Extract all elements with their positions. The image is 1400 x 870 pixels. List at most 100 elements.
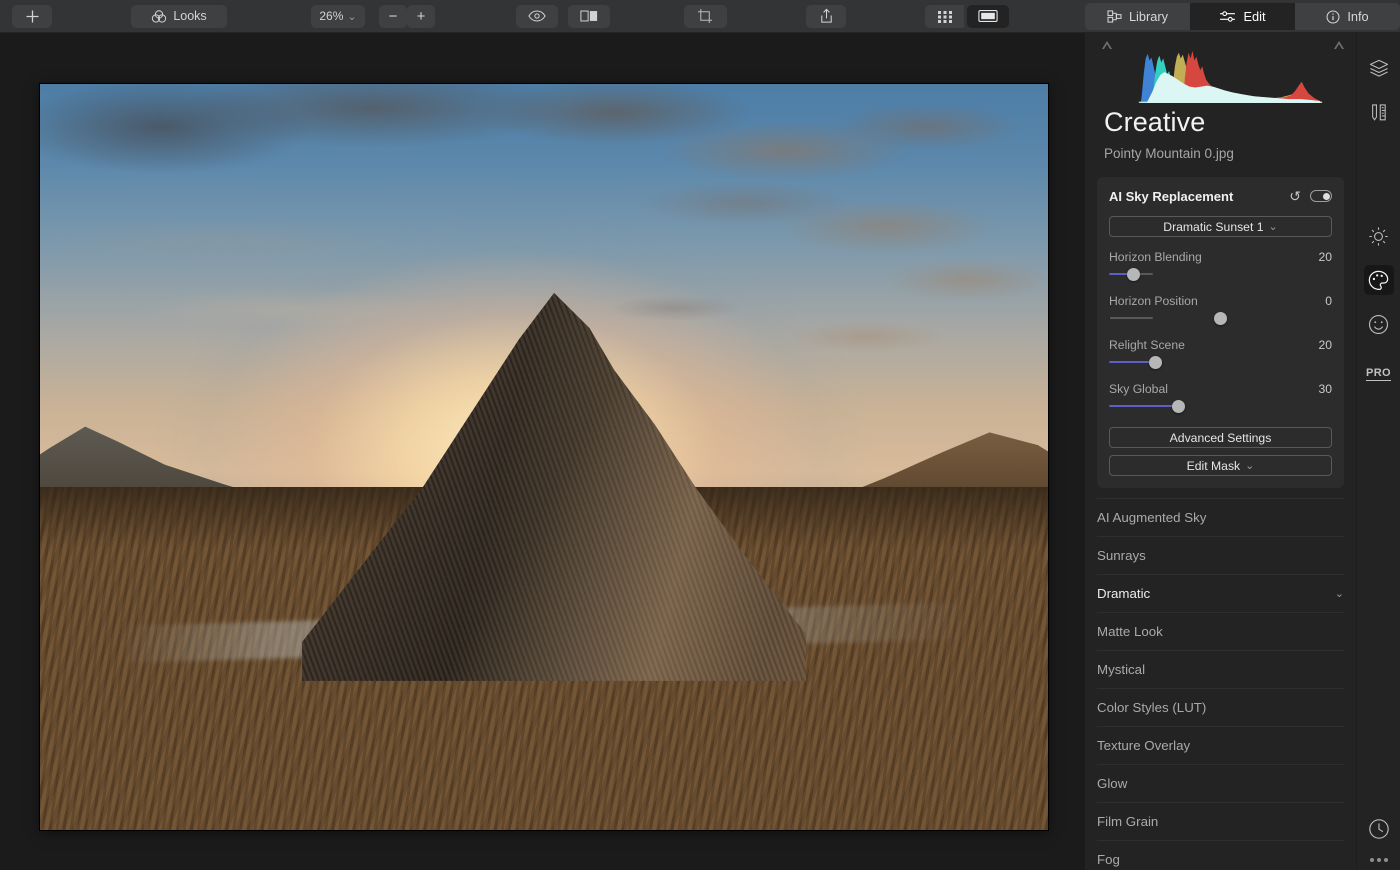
tool-enable-toggle[interactable]	[1310, 190, 1332, 203]
slider-value: 0	[1325, 294, 1332, 309]
reset-icon[interactable]: ↺	[1289, 189, 1301, 203]
share-export-button[interactable]	[806, 4, 846, 28]
tools-button[interactable]	[1364, 97, 1394, 127]
more-dots-icon	[1369, 858, 1374, 862]
slider-sky-global: Sky Global 30	[1109, 382, 1332, 414]
tool-row-film-grain[interactable]: Film Grain	[1097, 802, 1344, 840]
tool-row-dramatic[interactable]: Dramatic ⌄	[1097, 574, 1344, 612]
zoom-level-value: 26%	[319, 9, 344, 23]
rgb-histogram-chart	[1138, 50, 1323, 103]
tool-row-ai-augmented-sky[interactable]: AI Augmented Sky	[1097, 498, 1344, 536]
tab-edit[interactable]: Edit	[1190, 3, 1295, 30]
creative-tool-list: AI Augmented Sky Sunrays Dramatic ⌄ Matt…	[1085, 498, 1356, 870]
tool-label: Dramatic	[1097, 586, 1151, 602]
single-view-button[interactable]	[967, 4, 1009, 28]
edit-mask-label: Edit Mask	[1186, 458, 1241, 473]
slider-handle[interactable]	[1127, 268, 1141, 282]
tool-label: Texture Overlay	[1097, 738, 1191, 754]
preview-toggle-button[interactable]	[516, 4, 558, 28]
advanced-settings-button[interactable]: Advanced Settings	[1109, 427, 1332, 449]
sky-preset-dropdown[interactable]: Dramatic Sunset 1 ⌄	[1109, 216, 1332, 238]
zoom-in-button[interactable]: +	[407, 4, 435, 28]
more-dots-icon	[1383, 858, 1388, 862]
grid-view-button[interactable]	[925, 4, 964, 28]
app-body: Creative Pointy Mountain 0.jpg AI Sky Re…	[0, 33, 1400, 870]
creative-button[interactable]	[1363, 265, 1394, 295]
tool-row-color-styles-lut[interactable]: Color Styles (LUT)	[1097, 688, 1344, 726]
slider-row: Relight Scene 20	[1109, 338, 1332, 352]
slider-handle[interactable]	[1149, 356, 1163, 370]
chevron-down-icon: ⌄	[347, 10, 357, 23]
history-button[interactable]	[1364, 814, 1394, 844]
tool-row-fog[interactable]: Fog	[1097, 840, 1344, 870]
tool-row-mystical[interactable]: Mystical	[1097, 650, 1344, 688]
page-title: Creative	[1104, 107, 1206, 138]
tool-label: Mystical	[1097, 662, 1146, 678]
card-actions: ↺	[1289, 189, 1332, 203]
compare-button[interactable]	[568, 4, 610, 28]
plus-icon	[26, 10, 38, 22]
mountain-photo-image	[40, 84, 1048, 830]
edit-mask-button[interactable]: Edit Mask ⌄	[1109, 455, 1332, 477]
clipping-warning-highlights-icon[interactable]	[1334, 41, 1344, 49]
tool-row-glow[interactable]: Glow	[1097, 764, 1344, 802]
photo-preview[interactable]	[40, 84, 1048, 830]
advanced-settings-label: Advanced Settings	[1169, 430, 1272, 445]
info-circle-icon	[1326, 10, 1340, 23]
tab-library[interactable]: Library	[1085, 3, 1190, 30]
tool-label: Color Styles (LUT)	[1097, 700, 1207, 716]
more-dots-icon	[1376, 858, 1381, 862]
slider-horizon-blending: Horizon Blending 20	[1109, 250, 1332, 282]
zoom-out-button[interactable]: −	[379, 4, 407, 28]
slider-label: Horizon Blending	[1109, 250, 1202, 265]
slider-label: Relight Scene	[1109, 338, 1185, 353]
portrait-button[interactable]	[1364, 309, 1394, 339]
rail-bottom-group	[1357, 810, 1400, 862]
slider-track[interactable]	[1109, 399, 1332, 414]
creative-palette-icon	[1368, 270, 1389, 290]
slider-value: 30	[1318, 382, 1332, 397]
photo-filename: Pointy Mountain 0.jpg	[1104, 146, 1234, 162]
tool-row-texture-overlay[interactable]: Texture Overlay	[1097, 726, 1344, 764]
slider-track[interactable]	[1109, 355, 1332, 370]
crop-icon	[697, 8, 713, 24]
layers-button[interactable]	[1364, 53, 1394, 83]
slider-value: 20	[1318, 250, 1332, 265]
edit-panel: Creative Pointy Mountain 0.jpg AI Sky Re…	[1085, 33, 1356, 870]
tool-label: Fog	[1097, 852, 1120, 868]
essentials-sun-icon	[1369, 226, 1388, 246]
chevron-down-icon: ⌄	[1334, 588, 1344, 601]
zoom-level-dropdown[interactable]: 26% ⌄	[311, 4, 365, 28]
chevron-down-icon: ⌄	[1268, 221, 1278, 234]
tool-label: Sunrays	[1097, 548, 1146, 564]
slider-track[interactable]	[1109, 267, 1332, 282]
minus-icon: −	[388, 7, 398, 25]
grid-view-icon	[937, 10, 952, 23]
essentials-button[interactable]	[1364, 221, 1394, 251]
mode-tabs: Library Edit Info	[1085, 3, 1400, 30]
more-options-button[interactable]	[1369, 858, 1388, 862]
slider-handle[interactable]	[1171, 400, 1185, 414]
tool-row-sunrays[interactable]: Sunrays	[1097, 536, 1344, 574]
slider-handle[interactable]	[1214, 312, 1227, 326]
slider-row: Horizon Blending 20	[1109, 250, 1332, 264]
add-photo-button[interactable]	[12, 4, 52, 28]
venn-circles-icon	[152, 9, 167, 23]
slider-relight-scene: Relight Scene 20	[1109, 338, 1332, 370]
tool-row-matte-look[interactable]: Matte Look	[1097, 612, 1344, 650]
looks-button[interactable]: Looks	[131, 4, 227, 28]
tool-label: Film Grain	[1097, 814, 1159, 830]
crop-button[interactable]	[684, 4, 727, 28]
library-icon	[1107, 10, 1122, 23]
slider-row: Sky Global 30	[1109, 382, 1332, 396]
clipping-warning-shadows-icon[interactable]	[1102, 41, 1112, 49]
eye-icon	[528, 10, 546, 22]
tool-label: Matte Look	[1097, 624, 1163, 640]
looks-label: Looks	[173, 9, 207, 23]
tab-info-label: Info	[1347, 9, 1369, 24]
tab-info[interactable]: Info	[1295, 3, 1400, 30]
photo-canvas[interactable]	[0, 33, 1085, 870]
histogram-panel[interactable]	[1085, 33, 1356, 105]
pro-button[interactable]: PRO	[1364, 359, 1394, 389]
slider-track[interactable]	[1109, 311, 1332, 326]
